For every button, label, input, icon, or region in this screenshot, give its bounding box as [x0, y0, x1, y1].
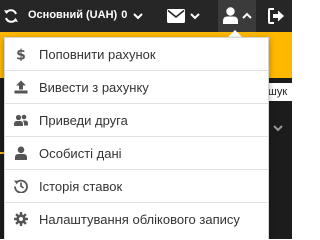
chevron-down-icon[interactable] — [132, 10, 144, 22]
menu-item-label: Особисті дані — [39, 146, 122, 161]
menu-item-personal-data[interactable]: Особисті дані — [5, 137, 268, 170]
menu-item-bet-history[interactable]: Історія ставок — [5, 170, 268, 203]
chevron-down-icon[interactable] — [273, 123, 283, 133]
top-bar: Основний (UAH) 0 — [0, 0, 292, 32]
balance-label: Основний (UAH) — [28, 9, 118, 21]
logout-icon[interactable] — [268, 8, 285, 24]
user-icon — [15, 146, 27, 160]
page: Пошук Основний (UAH) 0 $ Поповнити рахун… — [0, 0, 292, 239]
menu-item-label: Налаштування облікового запису — [39, 212, 240, 227]
menu-item-invite-friend[interactable]: Приведи друга — [5, 104, 268, 137]
users-icon — [14, 114, 28, 126]
refresh-icon[interactable] — [3, 8, 19, 24]
account-menu-button[interactable] — [218, 0, 256, 32]
history-icon — [14, 179, 28, 193]
svg-text:$: $ — [16, 48, 26, 62]
menu-item-label: Історія ставок — [39, 179, 123, 194]
account-dropdown-menu: $ Поповнити рахунок Вивести з рахунку Пр… — [4, 37, 269, 239]
menu-item-label: Приведи друга — [39, 113, 128, 128]
gear-icon — [14, 212, 28, 226]
mail-icon[interactable] — [167, 9, 185, 23]
menu-item-label: Вивести з рахунку — [39, 80, 149, 95]
chevron-down-icon[interactable] — [189, 10, 201, 22]
menu-item-withdraw[interactable]: Вивести з рахунку — [5, 71, 268, 104]
user-icon — [223, 7, 238, 24]
menu-item-label: Поповнити рахунок — [39, 47, 156, 62]
balance-amount: 0 — [121, 9, 128, 21]
upload-icon — [14, 80, 28, 94]
balance-selector[interactable]: Основний (UAH) 0 — [28, 9, 127, 21]
menu-item-deposit[interactable]: $ Поповнити рахунок — [5, 38, 268, 71]
chevron-up-icon — [242, 12, 252, 19]
menu-item-account-settings[interactable]: Налаштування облікового запису — [5, 203, 268, 236]
dollar-icon: $ — [16, 48, 26, 62]
